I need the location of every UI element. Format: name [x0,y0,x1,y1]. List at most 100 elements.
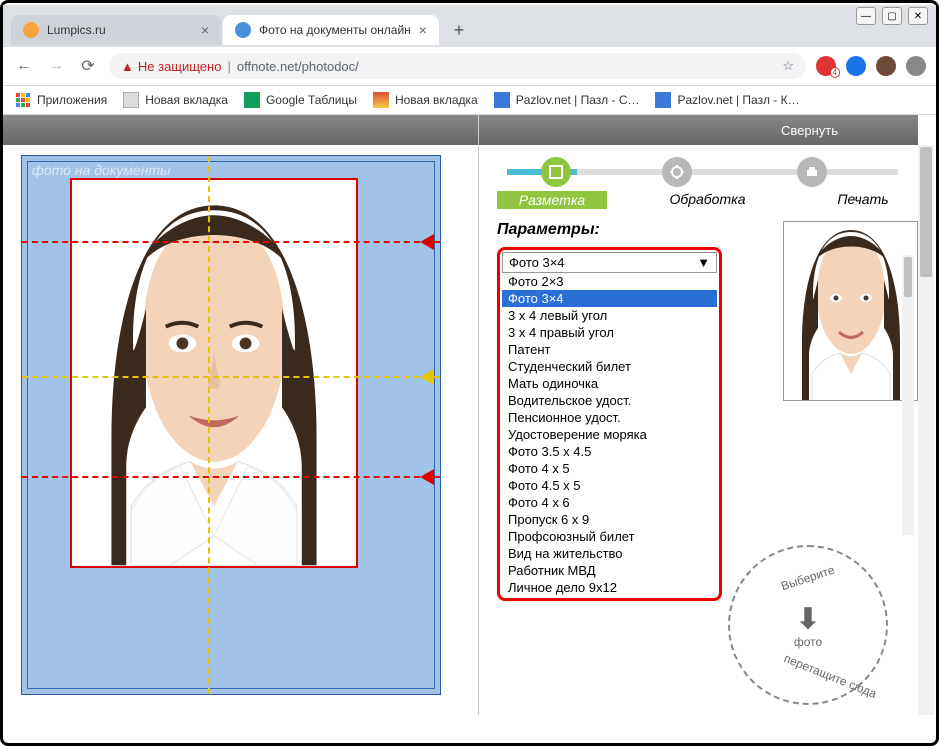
bookmark-item[interactable]: Новая вкладка [373,92,478,108]
step-print-label[interactable]: Печать [808,191,918,209]
drop-zone[interactable]: Выберите ⬇ фото перетащите сюда [728,545,888,705]
step-markup-label[interactable]: Разметка [497,191,607,209]
window-minimize-button[interactable]: — [856,7,876,25]
extension-icon[interactable] [846,56,866,76]
favicon-icon [235,22,251,38]
marker-eyes-icon[interactable] [420,369,434,385]
step-markup-icon[interactable] [541,157,571,187]
tab-title: Фото на документы онлайн [259,23,411,37]
preview-thumbnail [783,221,918,401]
dropdown-option[interactable]: Удостоверение моряка [502,426,717,443]
bookmark-label: Приложения [37,93,107,107]
guide-chin [22,476,440,478]
dropdown-option[interactable]: Личное дело 9x12 [502,579,717,596]
panel-scrollbar[interactable] [902,255,914,535]
apps-button[interactable]: Приложения [15,92,107,108]
dropdown-option[interactable]: 3 x 4 левый угол [502,307,717,324]
photo-canvas[interactable]: фото на документы [21,155,441,695]
download-icon: ⬇ [796,602,819,635]
editor-pane: фото на документы [3,115,478,715]
dropdown-list[interactable]: Фото 2×3Фото 3×43 x 4 левый угол3 x 4 пр… [502,273,717,596]
steps-track [497,157,918,187]
bookmark-star-icon[interactable]: ☆ [782,58,794,74]
apps-icon [15,92,31,108]
dropdown-option[interactable]: Пенсионное удост. [502,409,717,426]
params-title: Параметры: [497,221,765,239]
toolbar: ← → ⟳ ▲ Не защищено | offnote.net/photod… [3,47,936,86]
crop-box[interactable] [70,178,358,568]
new-tab-button[interactable]: + [445,16,473,44]
drop-text: Выберите [779,563,836,593]
bookmark-item[interactable]: Pazlov.net | Пазл - С… [494,92,640,108]
dropdown-option[interactable]: Патент [502,341,717,358]
favicon-icon [23,22,39,38]
dropdown-selected[interactable]: Фото 3×4 ▼ [502,252,717,273]
tab-close-icon[interactable]: × [419,22,427,38]
bookmark-label: Google Таблицы [266,93,357,107]
tab-lumpics[interactable]: Lumpics.ru × [11,15,221,45]
tab-close-icon[interactable]: × [201,22,209,38]
url-text: offnote.net/photodoc/ [237,59,359,74]
tab-photodoc[interactable]: Фото на документы онлайн × [223,15,439,45]
bookmark-label: Pazlov.net | Пазл - К… [677,93,799,107]
dropdown-option[interactable]: Пропуск 6 x 9 [502,511,717,528]
dropdown-option[interactable]: Фото 4 x 6 [502,494,717,511]
tab-strip: Lumpics.ru × Фото на документы онлайн × … [3,5,936,47]
step-processing-label[interactable]: Обработка [653,191,763,209]
step-print-icon[interactable] [797,157,827,187]
dropdown-option[interactable]: Фото 2×3 [502,273,717,290]
warning-icon: ▲ [121,59,134,74]
guide-vertical [208,156,210,694]
bookmark-bar: Приложения Новая вкладка Google Таблицы … [3,86,936,115]
marker-top-icon[interactable] [420,234,434,250]
dropdown-option[interactable]: Фото 3.5 x 4.5 [502,443,717,460]
drop-label: фото [794,635,822,649]
format-dropdown[interactable]: Фото 3×4 ▼ Фото 2×3Фото 3×43 x 4 левый у… [497,247,722,601]
back-button[interactable]: ← [13,55,35,77]
dropdown-option[interactable]: Студенческий билет [502,358,717,375]
page-icon [373,92,389,108]
dropdown-option[interactable]: 3 x 4 правый угол [502,324,717,341]
profile-avatar[interactable] [876,56,896,76]
drop-text: перетащите сюда [782,651,879,701]
dropdown-option[interactable]: Водительское удост. [502,392,717,409]
dropdown-selected-text: Фото 3×4 [509,255,565,270]
extension-icon[interactable]: 4 [816,56,836,76]
tab-title: Lumpics.ru [47,23,106,37]
watermark: фото на документы [32,162,170,178]
dropdown-option[interactable]: Мать одиночка [502,375,717,392]
bookmark-label: Новая вкладка [145,93,228,107]
bookmark-label: Pazlov.net | Пазл - С… [516,93,640,107]
puzzle-icon [494,92,510,108]
dropdown-option[interactable]: Профсоюзный билет [502,528,717,545]
dropdown-option[interactable]: Вид на жительство [502,545,717,562]
page-scrollbar[interactable] [918,145,934,715]
menu-icon[interactable] [906,56,926,76]
bookmark-label: Новая вкладка [395,93,478,107]
portrait-photo [72,180,356,566]
sheets-icon [244,92,260,108]
reload-button[interactable]: ⟳ [77,55,99,77]
step-labels: Разметка Обработка Печать [497,191,918,209]
bookmark-item[interactable]: Новая вкладка [123,92,228,108]
marker-chin-icon[interactable] [420,469,434,485]
chevron-down-icon: ▼ [697,255,710,270]
puzzle-icon [655,92,671,108]
dropdown-option[interactable]: Фото 3×4 [502,290,717,307]
step-processing-icon[interactable] [662,157,692,187]
bookmark-item[interactable]: Google Таблицы [244,92,357,108]
dropdown-option[interactable]: Работник МВД [502,562,717,579]
sidebar-pane: Разметка Обработка Печать Параметры: Фот… [478,115,936,715]
dropdown-option[interactable]: Фото 4 x 5 [502,460,717,477]
extension-badge: 4 [830,67,840,78]
forward-button[interactable]: → [45,55,67,77]
bookmark-item[interactable]: Pazlov.net | Пазл - К… [655,92,799,108]
security-warning-text: Не защищено [138,59,222,74]
address-bar[interactable]: ▲ Не защищено | offnote.net/photodoc/ ☆ [109,53,806,79]
guide-top [22,241,440,243]
window-close-button[interactable]: ✕ [908,7,928,25]
security-warning: ▲ Не защищено [121,59,221,74]
window-maximize-button[interactable]: ▢ [882,7,902,25]
dropdown-option[interactable]: Фото 4.5 x 5 [502,477,717,494]
guide-eyes [22,376,440,378]
